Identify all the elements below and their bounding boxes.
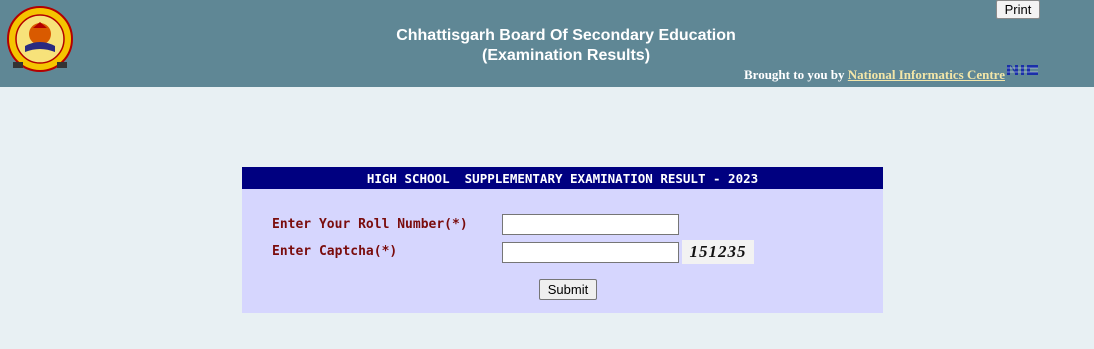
nic-link[interactable]: National Informatics Centre (848, 67, 1005, 82)
title-line-1: Chhattisgarh Board Of Secondary Educatio… (396, 27, 736, 44)
credit-prefix: Brought to you by (744, 67, 848, 82)
print-button[interactable]: Print (996, 0, 1040, 19)
captcha-image: 151235 (682, 240, 754, 264)
roll-number-label: Enter Your Roll Number(*) (272, 217, 468, 232)
title-line-2: (Examination Results) (481, 47, 651, 64)
roll-number-input[interactable] (502, 214, 679, 235)
site-header: Chhattisgarh Board Of Secondary Educatio… (0, 0, 1094, 87)
page-title: Chhattisgarh Board Of Secondary Educatio… (0, 26, 1094, 66)
captcha-label: Enter Captcha(*) (272, 244, 398, 259)
nic-logo-icon (1006, 65, 1038, 75)
submit-button[interactable]: Submit (539, 279, 597, 300)
captcha-input[interactable] (502, 242, 679, 263)
credit-line: Brought to you by National Informatics C… (744, 65, 1039, 83)
form-heading: HIGH SCHOOL SUPPLEMENTARY EXAMINATION RE… (242, 167, 883, 189)
result-form-panel: HIGH SCHOOL SUPPLEMENTARY EXAMINATION RE… (242, 167, 883, 313)
